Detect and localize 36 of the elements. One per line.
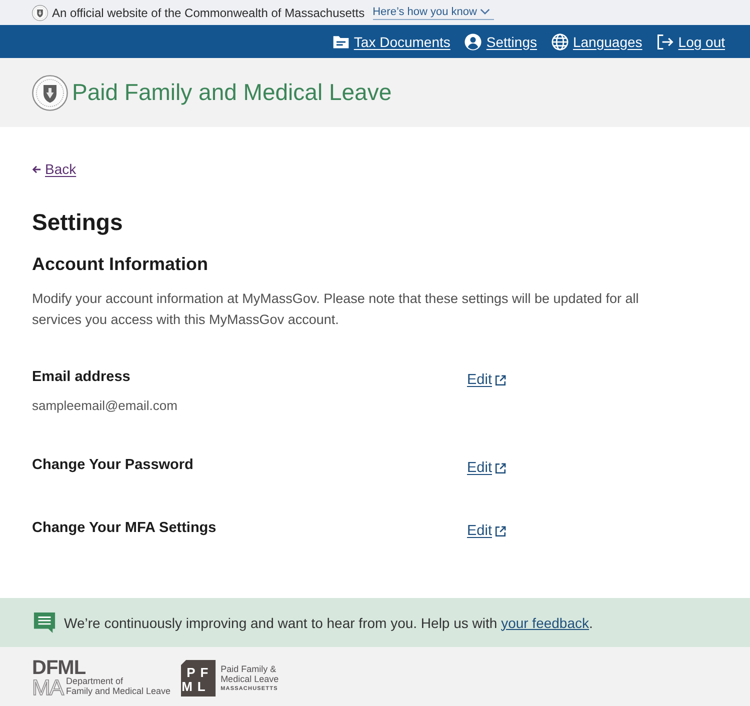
seal-icon (32, 74, 68, 110)
logo-tile: PF ML (180, 660, 216, 696)
account-icon (464, 32, 482, 50)
nav-link[interactable]: Languages (550, 32, 642, 50)
seal-icon (32, 4, 48, 20)
logo-wordmark: MA (32, 679, 63, 697)
globe-icon (550, 32, 569, 50)
section-title: Account Information (32, 253, 209, 276)
feedback-text: We’re continuously improving and want to hear from you. Help us with your feedback. (64, 614, 593, 630)
setting-label: Email address (32, 368, 132, 387)
nav-link[interactable]: Settings (464, 32, 537, 50)
logout-icon (656, 32, 674, 50)
setting-value: sampleemail@email.com (32, 397, 178, 415)
back-arrow-icon (32, 164, 41, 174)
page-title: Settings (32, 208, 124, 237)
edit-link[interactable]: Edit (467, 457, 506, 479)
edit-link[interactable]: Edit (467, 369, 506, 391)
nav-link[interactable]: Log out (656, 32, 725, 50)
external-link-icon (495, 526, 506, 536)
external-link-icon (495, 374, 506, 386)
external-link-icon (495, 462, 506, 474)
back-link[interactable]: Back (32, 159, 76, 179)
chevron-down-icon (480, 8, 490, 15)
section-description: Modify your account information at MyMassGov. Please note that these settings will be updated for all services you access with this MyMassGov account. (32, 290, 640, 329)
nav-link[interactable]: Tax Documents (332, 32, 450, 50)
logo-caption: Department of Family and Medical Leave (66, 677, 171, 697)
feedback-link[interactable]: your feedback (501, 614, 590, 630)
logo-caption: Paid Family & Medical Leave (220, 664, 279, 684)
how-you-know-button[interactable]: Here’s how you know (372, 6, 494, 20)
setting-label: Change Your Password (32, 456, 194, 475)
setting-label: Change Your MFA Settings (32, 519, 218, 538)
site-title: Paid Family and Medical Leave (72, 79, 392, 106)
banner-text: An official website of the Commonwealth of Massachusetts (52, 6, 365, 20)
logo-wordmark: DFML (32, 659, 86, 677)
chat-bubble-icon (33, 611, 56, 634)
edit-link[interactable]: Edit (467, 520, 506, 542)
